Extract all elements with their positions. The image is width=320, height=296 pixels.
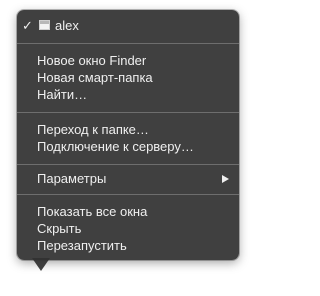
menu-item-go-to-folder[interactable]: Переход к папке… — [17, 121, 239, 138]
finder-window-icon — [39, 20, 50, 30]
menu-item-hide[interactable]: Скрыть — [17, 220, 239, 237]
menu-item-relaunch[interactable]: Перезапустить — [17, 237, 239, 254]
menu-item-new-finder-window[interactable]: Новое окно Finder — [17, 52, 239, 69]
menu-item-find[interactable]: Найти… — [17, 86, 239, 103]
submenu-arrow-icon — [222, 175, 229, 183]
menu-pointer-arrow — [32, 258, 50, 271]
dock-context-menu: ✓ alex Новое окно Finder Новая смарт-пап… — [17, 10, 239, 260]
menu-item-options[interactable]: Параметры — [17, 170, 239, 187]
menu-separator — [17, 194, 239, 195]
menu-item-label: Параметры — [37, 171, 107, 186]
menu-item-label: alex — [55, 18, 79, 33]
menu-item-show-all-windows[interactable]: Показать все окна — [17, 203, 239, 220]
menu-item-label: Скрыть — [37, 221, 82, 236]
menu-separator — [17, 112, 239, 113]
checkmark-icon: ✓ — [22, 18, 33, 33]
menu-item-label: Найти… — [37, 87, 88, 102]
menu-item-label: Перезапустить — [37, 238, 127, 253]
menu-item-new-smart-folder[interactable]: Новая смарт-папка — [17, 69, 239, 86]
menu-item-label: Переход к папке… — [37, 122, 149, 137]
menu-separator — [17, 43, 239, 44]
menu-item-connect-to-server[interactable]: Подключение к серверу… — [17, 138, 239, 155]
screen: ✓ alex Новое окно Finder Новая смарт-пап… — [0, 0, 255, 296]
menu-item-label: Показать все окна — [37, 204, 148, 219]
menu-separator — [17, 164, 239, 165]
menu-item-window-alex[interactable]: ✓ alex — [17, 17, 239, 34]
menu-item-label: Новая смарт-папка — [37, 70, 153, 85]
menu-item-label: Подключение к серверу… — [37, 139, 194, 154]
menu-item-label: Новое окно Finder — [37, 53, 147, 68]
